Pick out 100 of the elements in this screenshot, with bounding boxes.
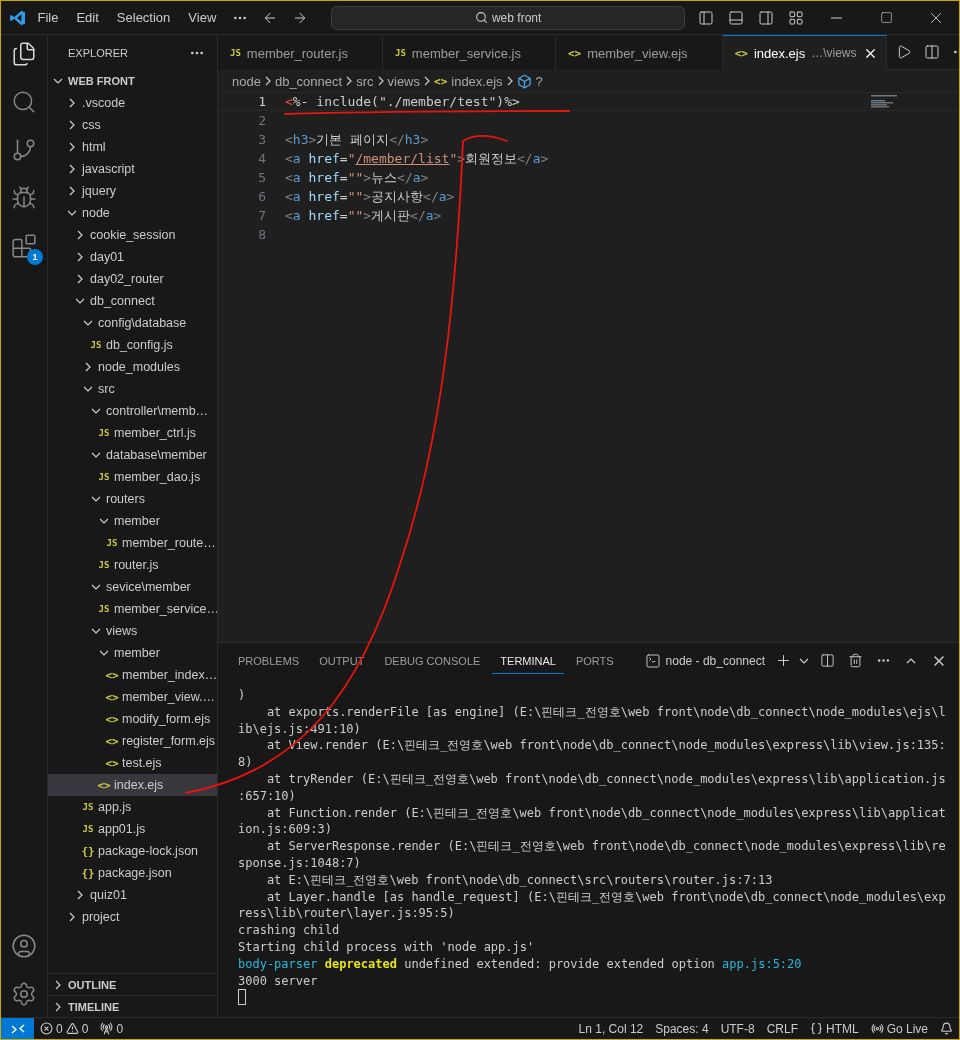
explorer-entry[interactable]: node bbox=[48, 202, 217, 224]
bug-icon[interactable] bbox=[11, 185, 37, 211]
explorer-entry[interactable]: css bbox=[48, 114, 217, 136]
editor-tab[interactable]: <> index.ejs …\views bbox=[722, 35, 887, 70]
section-header[interactable]: OUTLINE bbox=[48, 973, 217, 995]
breadcrumb-item[interactable]: db_connect bbox=[274, 73, 343, 89]
status-item[interactable]: HTML bbox=[803, 1021, 865, 1036]
explorer-entry[interactable]: quiz01 bbox=[48, 884, 217, 906]
account-icon[interactable] bbox=[11, 933, 37, 959]
code-line: <a href="">뉴스</a> bbox=[284, 168, 429, 187]
explorer-entry[interactable]: member bbox=[48, 642, 217, 664]
maximize-icon bbox=[879, 11, 893, 24]
terminal-selector[interactable]: node - db_connect bbox=[644, 652, 769, 669]
explorer-entry[interactable]: jquery bbox=[48, 180, 217, 202]
file-type-icon: <> bbox=[97, 778, 111, 792]
cube-icon bbox=[516, 73, 532, 89]
error-icon bbox=[40, 1022, 53, 1035]
status-item[interactable]: Spaces: 4 bbox=[649, 1021, 715, 1036]
workspace-header[interactable]: WEB FRONT bbox=[48, 70, 217, 92]
explorer-entry[interactable]: JS member_route… bbox=[48, 532, 217, 554]
breadcrumb-item[interactable]: <> index.ejs bbox=[434, 73, 503, 89]
status-item[interactable]: CRLF bbox=[760, 1021, 804, 1036]
problems-status[interactable]: 0 0 bbox=[34, 1021, 95, 1036]
status-item[interactable]: UTF-8 bbox=[714, 1021, 761, 1036]
line-number: 1 bbox=[257, 94, 266, 109]
explorer-entry[interactable]: <> register_form.ejs bbox=[48, 730, 217, 752]
broadcast-icon bbox=[100, 1022, 114, 1035]
breadcrumb-item[interactable]: src bbox=[356, 73, 374, 89]
extensions-icon[interactable] bbox=[11, 233, 37, 259]
remote-button[interactable] bbox=[1, 1018, 34, 1039]
explorer-entry[interactable]: JS member_ctrl.js bbox=[48, 422, 217, 444]
breadcrumb-item[interactable]: views bbox=[387, 73, 420, 89]
section-header[interactable]: TIMELINE bbox=[48, 995, 217, 1017]
ports-status[interactable]: 0 bbox=[94, 1021, 130, 1036]
panel-tab[interactable]: TERMINAL bbox=[492, 647, 564, 674]
explorer-entry[interactable]: views bbox=[48, 620, 217, 642]
explorer-entry[interactable]: {} package-lock.json bbox=[48, 840, 217, 862]
chevron-right-icon bbox=[264, 76, 271, 86]
explorer-entry[interactable]: .vscode bbox=[48, 92, 217, 114]
status-item[interactable]: Go Live bbox=[864, 1021, 934, 1036]
terminal-line: Starting child process with 'node app.js' bbox=[238, 938, 536, 956]
panel-tab[interactable]: PORTS bbox=[567, 647, 622, 674]
settings-icon[interactable] bbox=[11, 981, 37, 1007]
explorer-entry[interactable]: config\database bbox=[48, 312, 217, 334]
breadcrumb-item[interactable]: node bbox=[232, 73, 261, 89]
warning-icon bbox=[65, 1022, 79, 1035]
menu-item[interactable]: Selection bbox=[109, 6, 178, 29]
sidebar-title: EXPLORER bbox=[68, 46, 128, 59]
explorer-entry[interactable]: <> modify_form.ejs bbox=[48, 708, 217, 730]
explorer-entry[interactable]: JS app01.js bbox=[48, 818, 217, 840]
explorer-entry[interactable]: JS member_dao.js bbox=[48, 466, 217, 488]
breadcrumb-item[interactable]: ? bbox=[516, 73, 543, 89]
menu-item[interactable]: Edit bbox=[69, 6, 106, 29]
terminal-cursor bbox=[238, 989, 246, 1006]
terminal-line: ion.js:609:3) bbox=[238, 821, 333, 839]
explorer-entry[interactable]: cookie_session bbox=[48, 224, 217, 246]
explorer-entry[interactable]: member bbox=[48, 510, 217, 532]
explorer-entry[interactable]: src bbox=[48, 378, 217, 400]
explorer-entry[interactable]: html bbox=[48, 136, 217, 158]
explorer-entry[interactable]: sevice\member bbox=[48, 576, 217, 598]
explorer-entry[interactable]: javascript bbox=[48, 158, 217, 180]
file-type-icon: <> bbox=[105, 690, 119, 704]
code-line: <h3>기본 페이지</h3> bbox=[284, 130, 429, 149]
panel-tab[interactable]: DEBUG CONSOLE bbox=[376, 647, 489, 674]
explorer-entry[interactable]: day02_router bbox=[48, 268, 217, 290]
status-item[interactable]: Ln 1, Col 12 bbox=[572, 1021, 650, 1036]
chevron-down-icon[interactable] bbox=[799, 657, 809, 664]
explorer-entry[interactable]: JS router.js bbox=[48, 554, 217, 576]
explorer-entry[interactable]: day01 bbox=[48, 246, 217, 268]
explorer-entry[interactable]: database\member bbox=[48, 444, 217, 466]
explorer-entry[interactable]: routers bbox=[48, 488, 217, 510]
explorer-entry[interactable]: project bbox=[48, 906, 217, 928]
file-type-icon: <> bbox=[734, 46, 748, 60]
line-number: 5 bbox=[257, 170, 266, 185]
explorer-entry[interactable]: <> index.ejs bbox=[48, 774, 217, 796]
file-type-icon: JS bbox=[98, 604, 110, 614]
panel-tab[interactable]: PROBLEMS bbox=[230, 647, 308, 674]
branch-icon[interactable] bbox=[11, 137, 37, 163]
code-line: <a href="">게시판</a> bbox=[284, 206, 442, 225]
minimize-icon bbox=[830, 16, 842, 19]
terminal-line: at Function.render (E:\핀테크_전영호\web front\node\db_connect\node_modules\express\lib\applicat bbox=[265, 804, 947, 822]
explorer-entry[interactable]: <> test.ejs bbox=[48, 752, 217, 774]
explorer-entry[interactable]: <> member_index… bbox=[48, 664, 217, 686]
chevron-right-icon bbox=[424, 76, 430, 86]
explorer-entry[interactable]: controller\memb… bbox=[48, 400, 217, 422]
explorer-entry[interactable]: db_connect bbox=[48, 290, 217, 312]
search-icon[interactable] bbox=[11, 89, 37, 115]
search-field[interactable]: web front bbox=[331, 5, 685, 30]
explorer-entry[interactable]: JS app.js bbox=[48, 796, 217, 818]
explorer-entry[interactable]: node_modules bbox=[48, 356, 217, 378]
files-icon[interactable] bbox=[11, 41, 37, 67]
explorer-entry[interactable]: JS member_service… bbox=[48, 598, 217, 620]
explorer-entry[interactable]: <> member_view.… bbox=[48, 686, 217, 708]
file-type-icon: <> bbox=[105, 756, 119, 770]
explorer-entry[interactable]: {} package.json bbox=[48, 862, 217, 884]
menu-item[interactable]: File bbox=[30, 6, 66, 29]
explorer-entry[interactable]: JS db_config.js bbox=[48, 334, 217, 356]
broadcast-icon bbox=[870, 1022, 884, 1035]
file-type-icon: {} bbox=[81, 844, 95, 858]
menu-item[interactable]: View bbox=[181, 6, 224, 29]
